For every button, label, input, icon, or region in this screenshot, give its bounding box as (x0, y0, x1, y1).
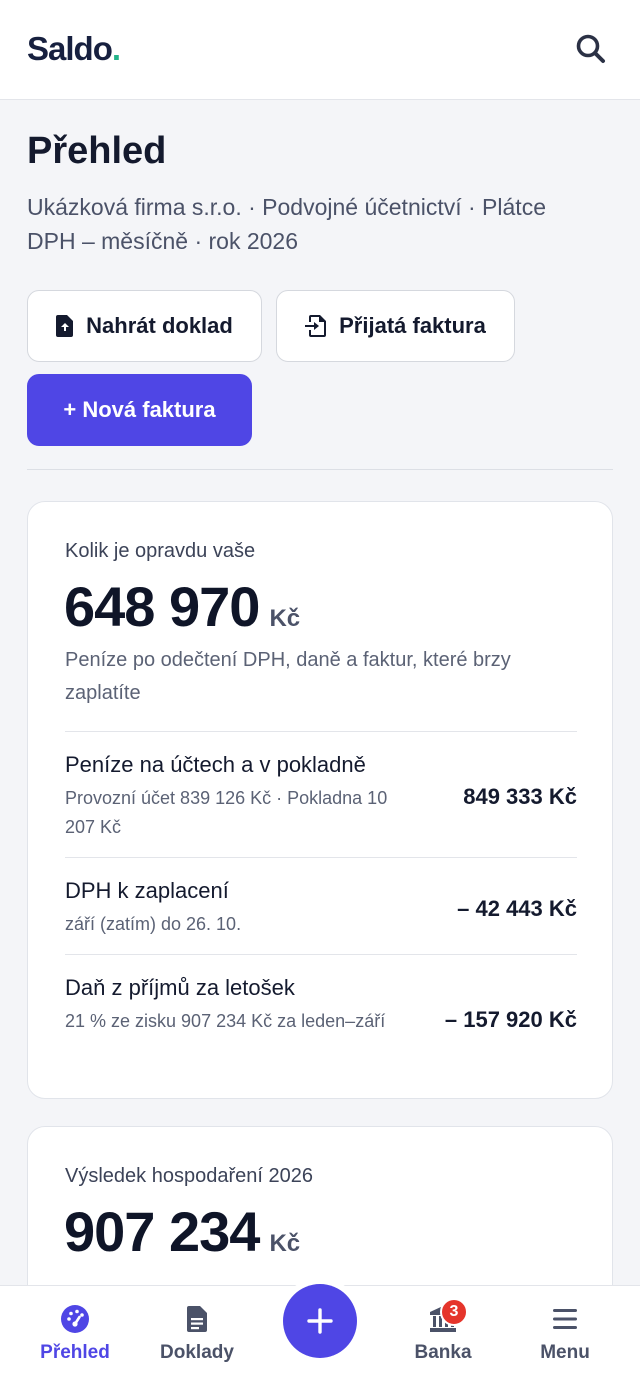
available-money-label: Kolik je opravdu vaše (65, 540, 256, 562)
nav-item-menu[interactable]: Menu (510, 1286, 620, 1385)
economic-result-label: Výsledek hospodaření 2026 (65, 1165, 313, 1187)
nav-label: Přehled (40, 1342, 110, 1363)
brand-name: Saldo (27, 30, 113, 67)
row-divider (65, 954, 577, 955)
economic-result-amount: 907 234 Kč (64, 1199, 300, 1264)
upload-document-label: Nahrát doklad (86, 313, 233, 338)
available-money-card: Kolik je opravdu vaše 648 970 Kč Peníze … (27, 501, 613, 1099)
received-invoice-label: Přijatá faktura (339, 313, 486, 338)
search-button[interactable] (572, 30, 610, 68)
economic-result-currency: Kč (269, 1230, 301, 1257)
available-money-currency: Kč (269, 605, 301, 632)
document-icon (187, 1306, 207, 1332)
new-invoice-label: + Nová faktura (63, 397, 216, 422)
nav-item-documents[interactable]: Doklady (142, 1286, 252, 1385)
new-invoice-button[interactable]: + Nová faktura (27, 374, 252, 446)
gauge-icon (61, 1305, 89, 1333)
file-upload-icon (56, 315, 74, 337)
summary-row-subtitle: září (zatím) do 26. 10. (65, 914, 242, 934)
summary-row-subtitle: Provozní účet 839 126 Kč · Pokladna 10 2… (65, 788, 388, 837)
available-money-amount: 648 970 Kč (64, 574, 300, 639)
nav-label: Menu (540, 1342, 590, 1363)
summary-row-subtitle: 21 % ze zisku 907 234 Kč za leden–září (65, 1011, 386, 1031)
summary-row-title: Peníze na účtech a v pokladně (65, 752, 366, 777)
app-header: Saldo. (0, 0, 640, 100)
nav-item-overview[interactable]: Přehled (20, 1286, 130, 1385)
upload-document-button[interactable]: Nahrát doklad (27, 290, 262, 362)
add-new-button[interactable] (283, 1284, 357, 1358)
economic-result-value: 907 234 (64, 1200, 260, 1263)
plus-icon (307, 1308, 333, 1334)
available-money-value: 648 970 (64, 575, 260, 638)
summary-row-title: Daň z příjmů za letošek (65, 975, 295, 1000)
bank-notification-badge: 3 (440, 1298, 468, 1326)
row-divider (65, 857, 577, 858)
brand-logo[interactable]: Saldo. (27, 30, 121, 68)
available-money-description: Peníze po odečtení DPH, daně a faktur, k… (65, 649, 511, 704)
section-divider (27, 469, 613, 470)
bottom-navigation: Přehled Doklady 3 Banka Menu (0, 1284, 640, 1385)
page-subtitle: Ukázková firma s.r.o. · Podvojné účetnic… (27, 194, 546, 254)
row-divider (65, 731, 577, 732)
summary-row-income-tax[interactable]: Daň z příjmů za letošek 21 % ze zisku 90… (65, 975, 577, 1036)
nav-label: Doklady (160, 1342, 234, 1363)
summary-row-cash[interactable]: Peníze na účtech a v pokladně Provozní ú… (65, 752, 577, 842)
hamburger-icon (553, 1309, 577, 1329)
received-invoice-button[interactable]: Přijatá faktura (276, 290, 515, 362)
summary-row-value: – 157 920 Kč (444, 1007, 577, 1032)
summary-row-value: 849 333 Kč (463, 784, 577, 809)
nav-item-bank[interactable]: 3 Banka (388, 1286, 498, 1385)
file-import-icon (305, 315, 327, 337)
nav-label: Banka (414, 1342, 472, 1363)
search-icon (576, 34, 605, 63)
summary-row-vat[interactable]: DPH k zaplacení září (zatím) do 26. 10. … (65, 878, 577, 939)
brand-dot: . (111, 30, 121, 67)
page-title: Přehled (27, 130, 167, 172)
summary-row-value: – 42 443 Kč (457, 896, 577, 921)
